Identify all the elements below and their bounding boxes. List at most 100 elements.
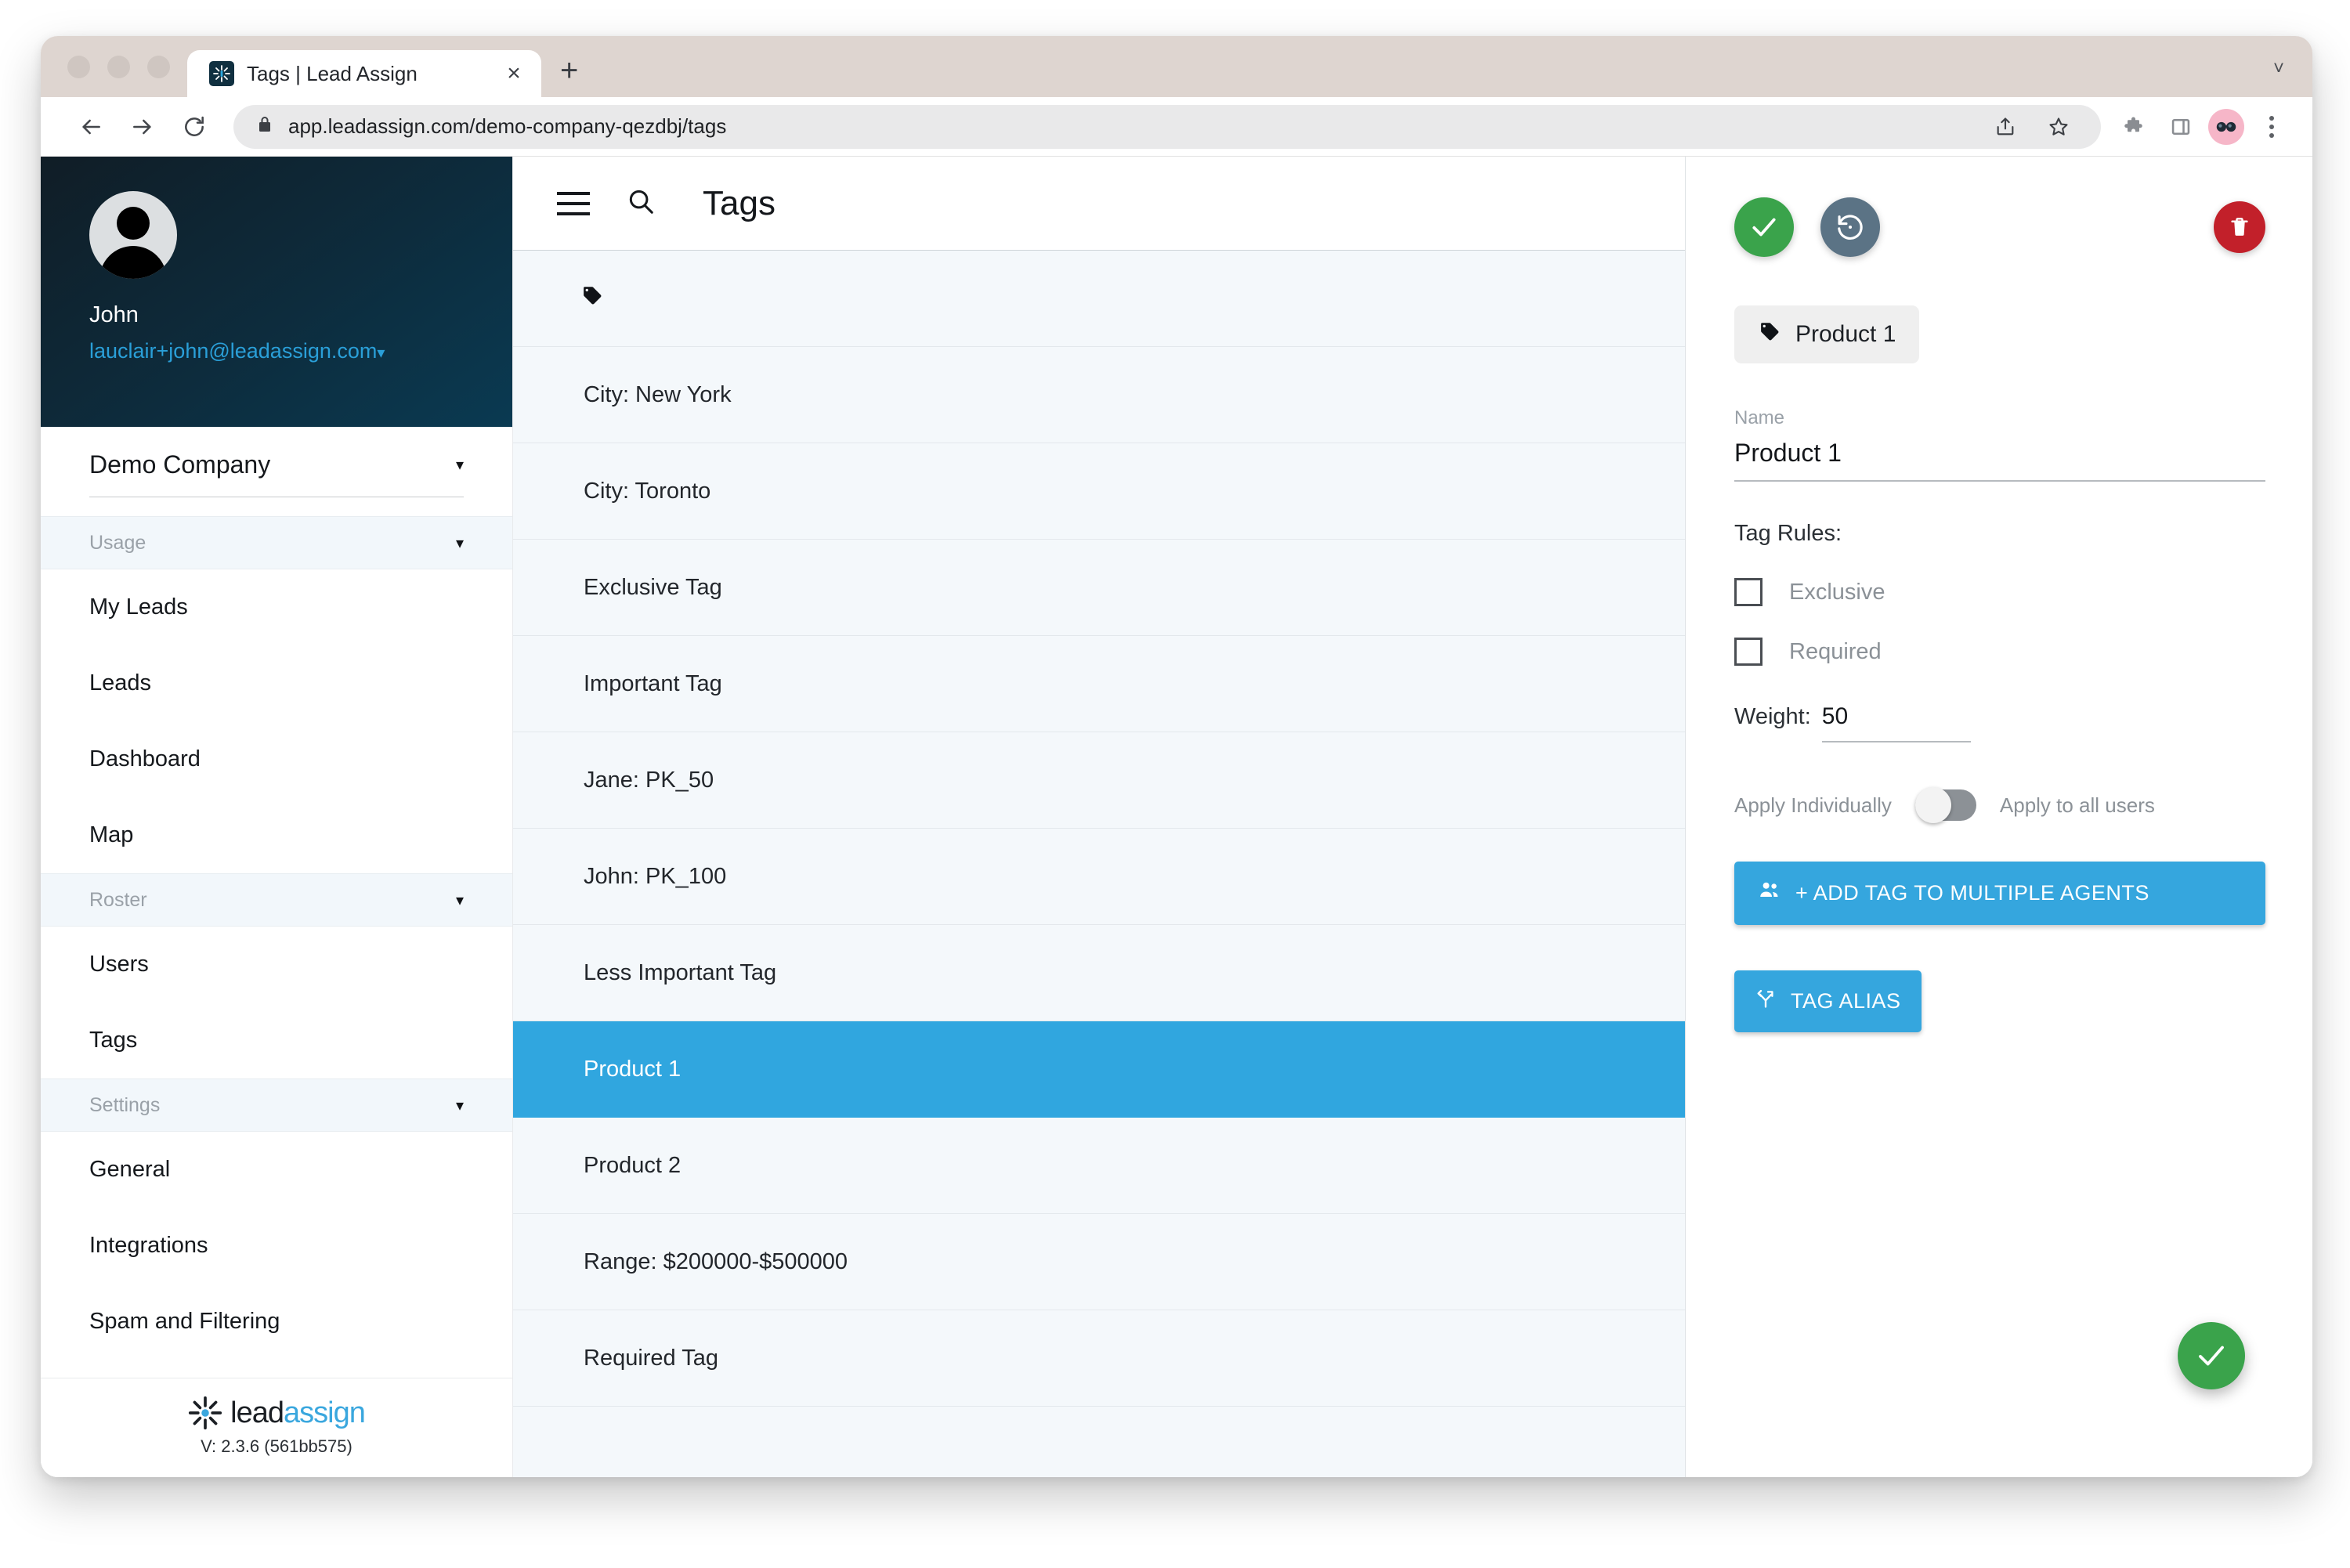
lock-icon	[255, 115, 274, 138]
sidebar-group-label: Usage	[89, 531, 146, 554]
tag-row[interactable]: Range: $200000-$500000	[513, 1214, 1685, 1310]
maximize-window-button[interactable]	[147, 56, 170, 78]
brand-name-second: assign	[284, 1396, 366, 1429]
sidebar-item-dashboard[interactable]: Dashboard	[41, 721, 512, 797]
people-icon	[1758, 879, 1781, 908]
delete-button[interactable]	[2214, 201, 2265, 253]
sidebar-spacer	[41, 1360, 512, 1378]
sidebar-item-spam-and-filtering[interactable]: Spam and Filtering	[41, 1284, 512, 1360]
sidebar-item-integrations[interactable]: Integrations	[41, 1208, 512, 1284]
exclusive-checkbox[interactable]	[1734, 578, 1762, 606]
brand-name-first: lead	[230, 1396, 284, 1429]
tag-icon	[580, 284, 604, 313]
tag-rules-heading: Tag Rules:	[1734, 521, 1842, 546]
new-tab-button[interactable]: +	[560, 55, 578, 86]
star-icon[interactable]	[2038, 107, 2079, 147]
forward-arrow-icon[interactable]	[119, 105, 166, 149]
sidebar-group-label: Roster	[89, 888, 147, 911]
tag-detail-panel: Product 1 Name Product 1 Tag Rules: Excl…	[1686, 157, 2312, 1477]
puzzle-piece-icon[interactable]	[2115, 107, 2156, 147]
tag-row[interactable]: Exclusive Tag	[513, 540, 1685, 636]
browser-tab-active[interactable]: Tags | Lead Assign ×	[187, 50, 541, 97]
chevron-down-icon: ▾	[455, 1097, 464, 1115]
side-panel-icon[interactable]	[2160, 107, 2201, 147]
profile-avatar-icon[interactable]	[2206, 107, 2247, 147]
content-topbar: Tags	[513, 157, 1685, 251]
address-bar-url: app.leadassign.com/demo-company-qezdbj/t…	[288, 114, 727, 138]
reload-icon[interactable]	[171, 105, 218, 149]
close-tab-icon[interactable]: ×	[501, 62, 527, 85]
selected-tag-chip: Product 1	[1734, 305, 1920, 363]
chevron-down-icon[interactable]: ˅	[2273, 58, 2284, 80]
minimize-window-button[interactable]	[107, 56, 130, 78]
weight-field-group: Weight: 50	[1734, 703, 2265, 742]
close-window-button[interactable]	[67, 56, 90, 78]
save-button[interactable]	[1734, 197, 1794, 257]
leadassign-favicon-icon	[209, 61, 234, 86]
tag-row[interactable]: Less Important Tag	[513, 925, 1685, 1021]
chevron-down-icon: ▾	[455, 891, 464, 909]
kebab-menu-icon[interactable]	[2251, 107, 2292, 147]
address-bar[interactable]: app.leadassign.com/demo-company-qezdbj/t…	[233, 104, 2101, 149]
tag-list-column: Tags City: New York City: Toronto Exclus…	[513, 157, 1686, 1477]
share-icon[interactable]	[1985, 107, 2026, 147]
add-tag-to-multiple-agents-button[interactable]: + ADD TAG TO MULTIPLE AGENTS	[1734, 862, 2265, 925]
rule-exclusive[interactable]: Exclusive	[1734, 578, 2265, 606]
tag-list: City: New York City: Toronto Exclusive T…	[513, 251, 1685, 1477]
browser-tabstrip: Tags | Lead Assign × + ˅	[41, 36, 2312, 97]
tag-row[interactable]: John: PK_100	[513, 829, 1685, 925]
sidebar-item-map[interactable]: Map	[41, 797, 512, 873]
tag-row[interactable]: Jane: PK_50	[513, 732, 1685, 829]
avatar	[89, 191, 177, 279]
selected-tag-chip-label: Product 1	[1795, 321, 1896, 347]
chevron-down-icon: ▾	[377, 345, 385, 362]
profile-email-dropdown[interactable]: lauclair+john@leadassign.com▾	[89, 339, 512, 363]
profile-name: John	[89, 302, 139, 327]
add-tag-to-multiple-agents-label: + ADD TAG TO MULTIPLE AGENTS	[1795, 881, 2149, 905]
tag-row[interactable]: City: New York	[513, 347, 1685, 443]
tag-row[interactable]: Required Tag	[513, 1310, 1685, 1407]
sidebar-footer: leadassign V: 2.3.6 (561bb575)	[41, 1378, 512, 1477]
name-field-label: Name	[1734, 407, 1785, 428]
revert-history-button[interactable]	[1820, 197, 1880, 257]
tag-icon	[1758, 320, 1781, 349]
tag-list-header-row	[513, 251, 1685, 347]
sidebar-item-my-leads[interactable]: My Leads	[41, 569, 512, 645]
sidebar-item-general[interactable]: General	[41, 1132, 512, 1208]
chevron-down-icon: ▾	[455, 534, 464, 552]
browser-toolbar: app.leadassign.com/demo-company-qezdbj/t…	[41, 97, 2312, 157]
weight-input[interactable]: 50	[1821, 703, 1971, 742]
confirm-fab-button[interactable]	[2178, 1322, 2245, 1389]
search-icon[interactable]	[626, 186, 656, 220]
panel-action-bar	[1734, 197, 2265, 257]
name-input[interactable]: Product 1	[1734, 429, 2265, 482]
tag-row[interactable]: Important Tag	[513, 636, 1685, 732]
chevron-down-icon: ▾	[455, 457, 464, 474]
tag-row[interactable]: Product 2	[513, 1118, 1685, 1214]
profile-email-text: lauclair+john@leadassign.com	[89, 339, 378, 363]
tag-row[interactable]: City: Toronto	[513, 443, 1685, 540]
sidebar-group-settings[interactable]: Settings ▾	[41, 1078, 512, 1132]
tag-alias-button[interactable]: TAG ALIAS	[1734, 970, 1922, 1032]
sidebar-group-roster[interactable]: Roster ▾	[41, 873, 512, 927]
tag-list-blank-row	[513, 1407, 1685, 1477]
tag-row-selected[interactable]: Product 1	[513, 1021, 1685, 1118]
weight-label: Weight:	[1734, 704, 1811, 729]
company-selector[interactable]: Demo Company ▾	[41, 427, 512, 497]
tag-alias-label: TAG ALIAS	[1791, 989, 1901, 1013]
sidebar-group-label: Settings	[89, 1093, 161, 1116]
hamburger-menu-icon[interactable]	[557, 191, 590, 215]
back-arrow-icon[interactable]	[67, 105, 114, 149]
rule-required[interactable]: Required	[1734, 638, 2265, 666]
browser-window: Tags | Lead Assign × + ˅ app.leadassign.…	[41, 36, 2312, 1477]
sidebar-item-users[interactable]: Users	[41, 927, 512, 1003]
page-title: Tags	[703, 183, 776, 222]
sidebar-group-usage[interactable]: Usage ▾	[41, 516, 512, 569]
branch-alias-icon	[1755, 988, 1777, 1015]
apply-to-all-users-label: Apply to all users	[1999, 793, 2155, 817]
sidebar-item-leads[interactable]: Leads	[41, 645, 512, 721]
omnibox-actions	[1985, 107, 2079, 147]
sidebar-item-tags[interactable]: Tags	[41, 1003, 512, 1078]
apply-scope-toggle[interactable]	[1914, 787, 1976, 823]
required-checkbox[interactable]	[1734, 638, 1762, 666]
